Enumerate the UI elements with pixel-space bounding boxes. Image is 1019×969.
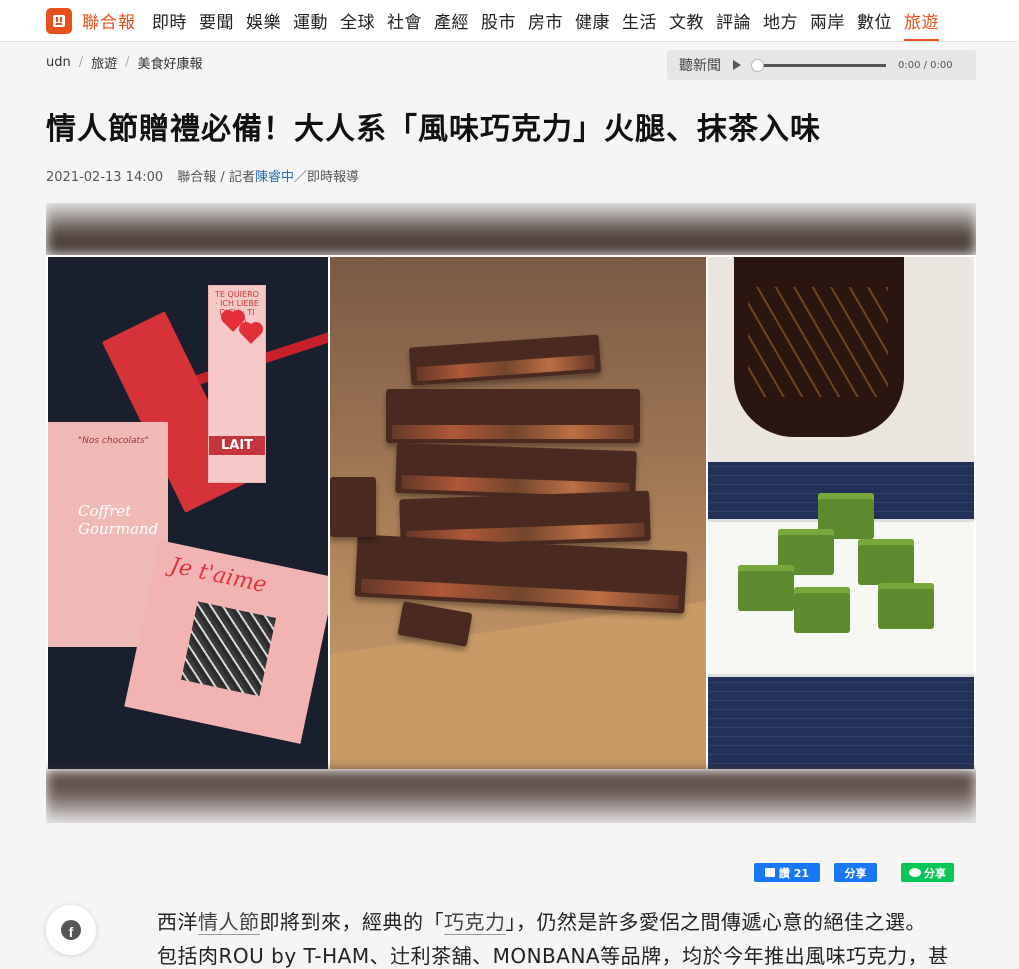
body-paragraph: 西洋情人節即將到來，經典的「巧克力」，仍然是許多愛侶之間傳遞心意的絕佳之選。 xyxy=(157,905,967,939)
matcha-chocolate xyxy=(738,565,794,611)
nav-item-global[interactable]: 全球 xyxy=(340,8,375,33)
matcha-chocolate xyxy=(794,587,850,633)
nav-item-industry[interactable]: 產經 xyxy=(434,8,469,33)
breadcrumb-travel[interactable]: 旅遊 xyxy=(91,53,117,72)
nav-item-cross-strait[interactable]: 兩岸 xyxy=(810,8,845,33)
coffret-main-text: Coffret Gourmand xyxy=(78,502,159,538)
breadcrumb-food[interactable]: 美食好康報 xyxy=(138,53,203,72)
thumbs-up-icon xyxy=(764,868,775,877)
article-date: 2021-02-13 14:00 xyxy=(46,170,164,185)
body-paragraph: 包括肉ROU by T-HAM、辻利茶舖、MONBANA等品牌，均於今年推出風味… xyxy=(157,944,949,968)
nav-item-property[interactable]: 房市 xyxy=(528,8,563,33)
keyword-link-chocolate[interactable]: 巧克力 xyxy=(444,910,506,935)
play-icon[interactable] xyxy=(733,60,741,70)
nav-item-opinion[interactable]: 評論 xyxy=(716,8,751,33)
seek-handle[interactable] xyxy=(751,58,764,72)
line-share-label: 分享 xyxy=(924,866,946,880)
coffret-top-text: "Nos chocolats" xyxy=(78,436,149,446)
brand-link[interactable]: 聯合報 xyxy=(82,8,136,33)
photo-blur-bottom xyxy=(46,771,976,823)
reporter-link[interactable]: 陳睿中 xyxy=(255,170,294,185)
nav-item-travel[interactable]: 旅遊 xyxy=(904,8,939,41)
photo-collage: TE QUIERO · ICH LIEBE DICH · TI AMO LAIT… xyxy=(46,255,976,771)
nav-item-sports[interactable]: 運動 xyxy=(293,8,328,33)
nav-item-digital[interactable]: 數位 xyxy=(857,8,892,33)
article-desk: ／即時報導 xyxy=(293,170,359,185)
nav-item-entertainment[interactable]: 娛樂 xyxy=(246,8,281,33)
body-text: 」，仍然是許多愛侶之間傳遞心意的絕佳之選。 xyxy=(505,910,926,934)
like-count: 讚 21 xyxy=(778,866,810,880)
breadcrumb: udn / 旅遊 / 美食好康報 xyxy=(46,53,203,72)
facebook-share-button[interactable]: 分享 xyxy=(834,863,877,882)
floating-facebook-share-button[interactable]: f xyxy=(46,905,96,955)
chocolate-piece xyxy=(330,477,376,537)
nav-item-life[interactable]: 生活 xyxy=(622,8,657,33)
article-title: 情人節贈禮必備！大人系「風味巧克力」火腿、抹茶入味 xyxy=(46,112,821,147)
photo-panel-chocolate-stack xyxy=(330,257,708,769)
matcha-chocolate xyxy=(878,583,934,629)
player-time: 0:00 / 0:00 xyxy=(898,59,953,71)
article-source: 聯合報 / 記者 xyxy=(177,170,255,185)
article-body: 西洋情人節即將到來，經典的「巧克力」，仍然是許多愛侶之間傳遞心意的絕佳之選。 包… xyxy=(157,905,967,969)
nav-item-instant[interactable]: 即時 xyxy=(152,8,187,33)
photo-blur-top xyxy=(46,203,976,255)
nav-item-headlines[interactable]: 要聞 xyxy=(199,8,234,33)
seek-bar[interactable] xyxy=(762,63,886,67)
photo-panel-monbana: TE QUIERO · ICH LIEBE DICH · TI AMO LAIT… xyxy=(48,257,330,769)
nav-item-culture[interactable]: 文教 xyxy=(669,8,704,33)
jetaime-text: Je t'aime xyxy=(168,553,269,599)
line-icon xyxy=(909,868,921,877)
player-label: 聽新聞 xyxy=(679,58,721,74)
keyword-link-valentines[interactable]: 情人節 xyxy=(198,910,260,935)
breadcrumb-home[interactable]: udn xyxy=(46,55,71,70)
top-nav: 聯合報 即時 要聞 娛樂 運動 全球 社會 產經 股市 房市 健康 生活 文教 … xyxy=(0,0,1019,42)
photo-panel-matcha xyxy=(708,257,974,769)
nav-item-local[interactable]: 地方 xyxy=(763,8,798,33)
body-text: 即將到來，經典的「 xyxy=(259,910,444,934)
line-share-button[interactable]: 分享 xyxy=(901,863,954,882)
nav-item-stocks[interactable]: 股市 xyxy=(481,8,516,33)
article-photo[interactable]: TE QUIERO · ICH LIEBE DICH · TI AMO LAIT… xyxy=(46,203,976,823)
nav-item-society[interactable]: 社會 xyxy=(387,8,422,33)
box-lait-label: LAIT xyxy=(209,436,265,455)
wooden-board xyxy=(330,598,706,769)
nav-item-health[interactable]: 健康 xyxy=(575,8,610,33)
chocolate-piece xyxy=(408,334,602,386)
facebook-icon: f xyxy=(61,920,81,940)
facebook-like-button[interactable]: 讚 21 xyxy=(754,863,820,882)
chocolate-piece xyxy=(397,601,473,647)
body-text: 西洋 xyxy=(157,910,198,934)
chocolate-piece xyxy=(386,389,640,443)
matcha-chocolate xyxy=(858,539,914,585)
listen-news-player: 聽新聞 0:00 / 0:00 xyxy=(667,50,976,80)
breadcrumb-separator: / xyxy=(125,55,130,70)
jetaime-box: Je t'aime xyxy=(124,540,328,744)
lacquer-jar xyxy=(734,257,904,437)
article-meta: 2021-02-13 14:00 聯合報 / 記者陳睿中／即時報導 xyxy=(46,166,359,185)
udn-logo-icon[interactable] xyxy=(46,7,72,34)
breadcrumb-separator: / xyxy=(78,55,84,70)
chocolate-window xyxy=(181,601,276,697)
